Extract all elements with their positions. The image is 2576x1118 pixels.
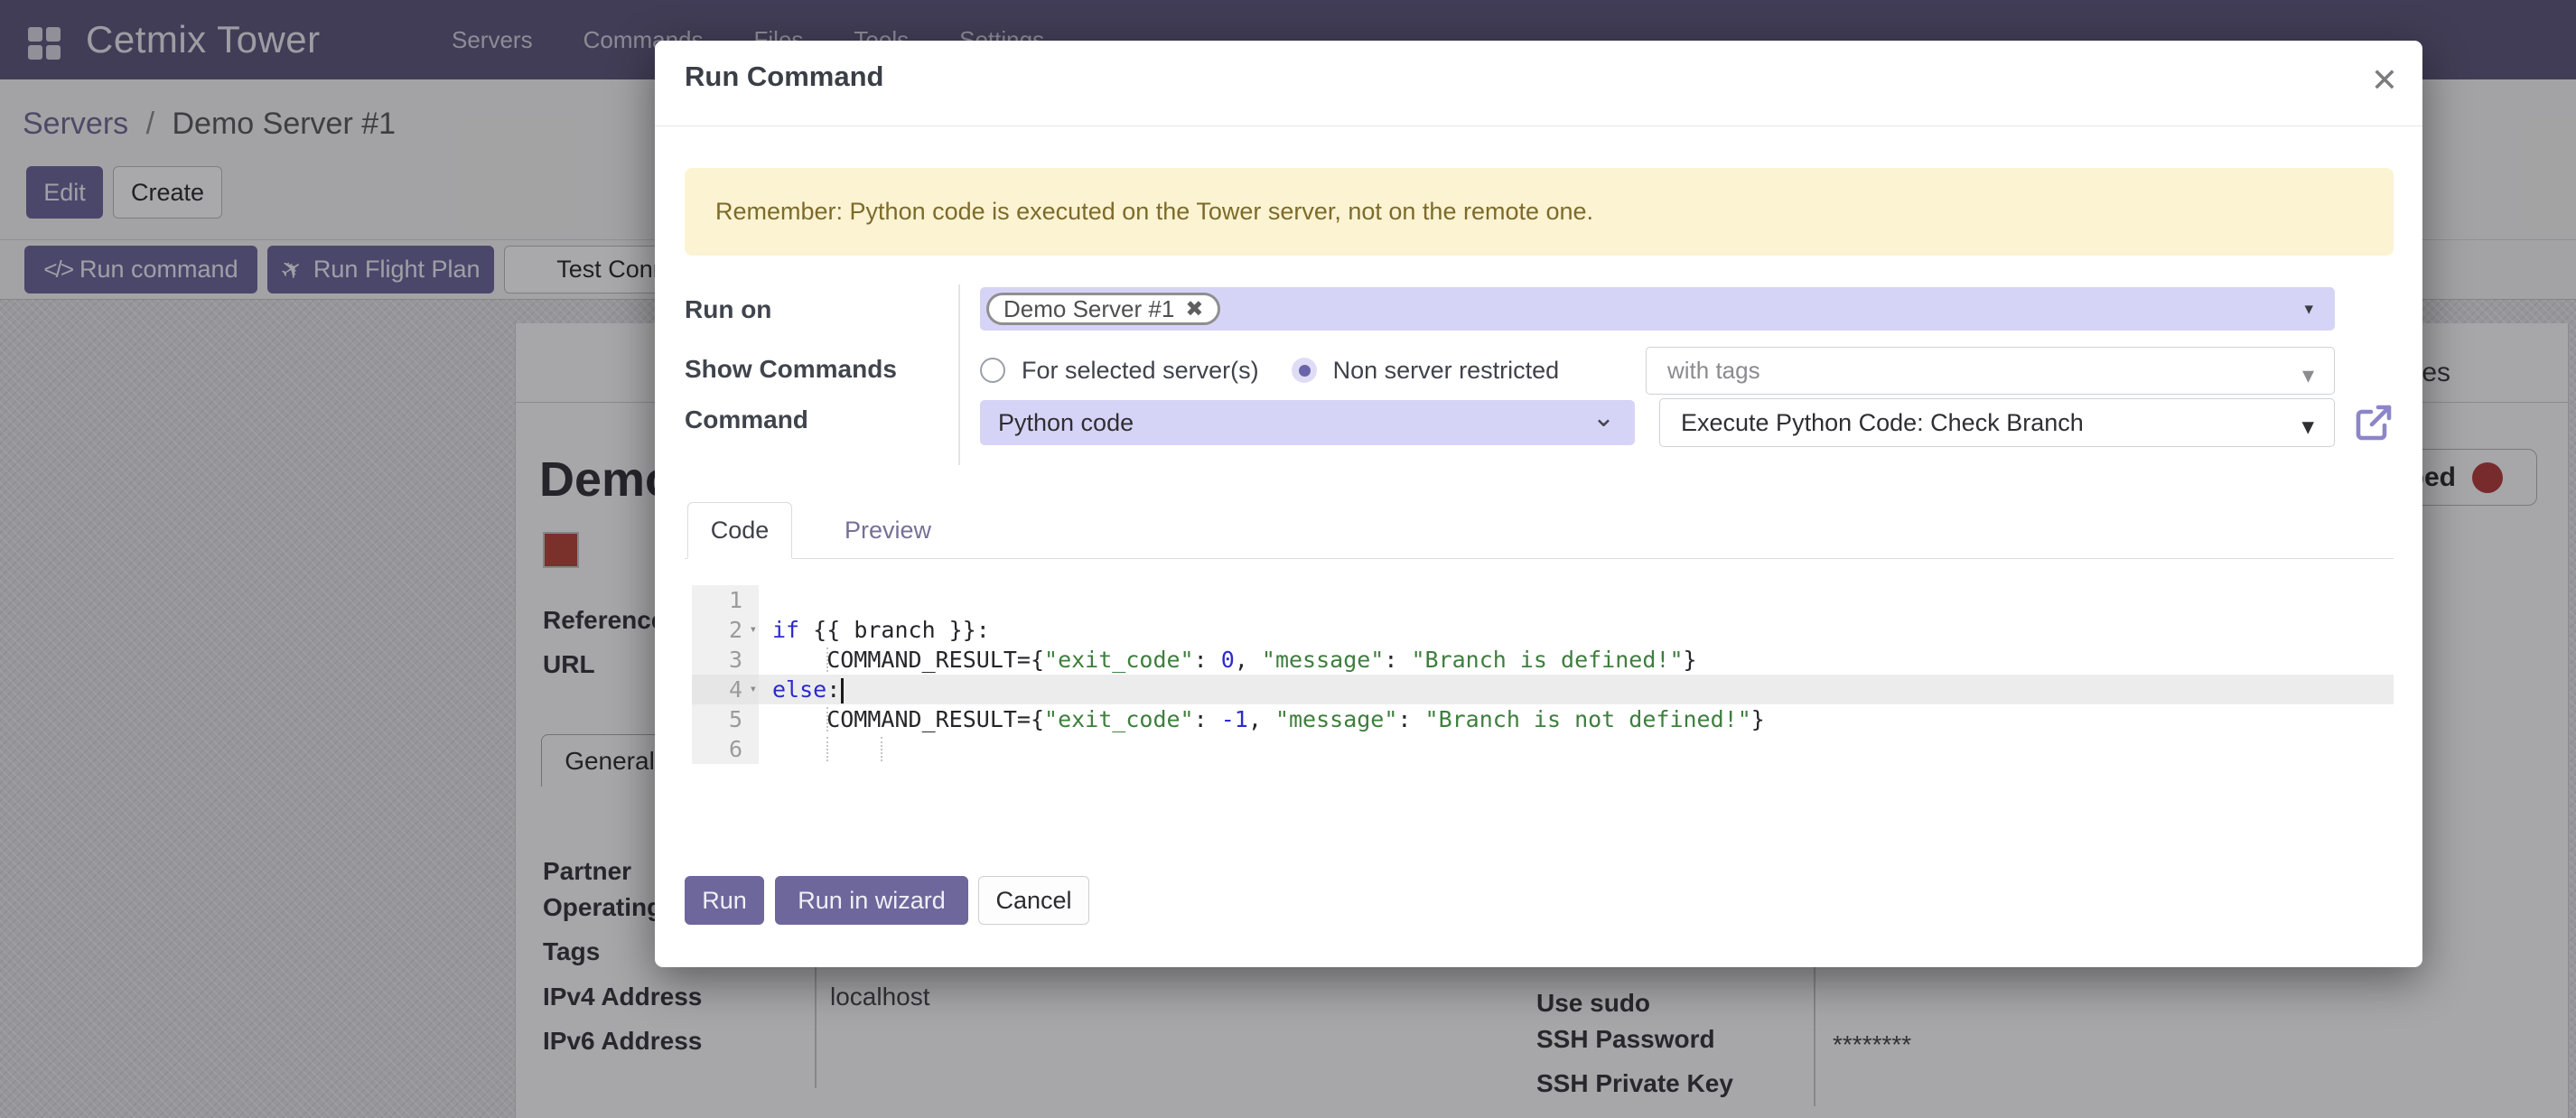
radio-non-server-restricted[interactable]: Non server restricted xyxy=(1292,357,1560,385)
close-icon[interactable]: ✕ xyxy=(2357,53,2412,107)
external-link-icon[interactable] xyxy=(2352,401,2395,444)
label-run-on: Run on xyxy=(685,295,771,324)
run-button[interactable]: Run xyxy=(685,876,764,925)
code-editor-lines[interactable]: if {{ branch }}: COMMAND_RESULT={"exit_c… xyxy=(759,585,2394,764)
code-line[interactable] xyxy=(759,734,2394,764)
radio-checked-icon[interactable] xyxy=(1292,358,1317,383)
chevron-down-icon[interactable]: ⌄ xyxy=(1592,402,1615,433)
radio-for-selected-servers[interactable]: For selected server(s) xyxy=(980,357,1259,385)
code-line[interactable]: else: xyxy=(759,675,2394,704)
code-line[interactable]: COMMAND_RESULT={"exit_code": -1, "messag… xyxy=(759,704,2394,734)
run-in-wizard-button[interactable]: Run in wizard xyxy=(775,876,968,925)
code-line[interactable]: COMMAND_RESULT={"exit_code": 0, "message… xyxy=(759,645,2394,675)
code-editor[interactable]: 12▾34▾56 if {{ branch }}: COMMAND_RESULT… xyxy=(692,585,2394,764)
run-command-modal: Run Command ✕ Remember: Python code is e… xyxy=(655,41,2422,967)
indent-guide xyxy=(826,707,828,731)
line-number: 3 xyxy=(692,645,759,675)
radio-unchecked-icon[interactable] xyxy=(980,358,1005,383)
server-tag-label: Demo Server #1 xyxy=(1003,295,1174,323)
fold-caret-icon[interactable]: ▾ xyxy=(750,675,757,704)
remove-tag-icon[interactable]: ✖ xyxy=(1185,296,1203,322)
line-number: 6 xyxy=(692,734,759,764)
indent-guide xyxy=(881,737,882,761)
label-show-commands: Show Commands xyxy=(685,355,897,384)
code-editor-gutter: 12▾34▾56 xyxy=(692,585,759,764)
tab-code[interactable]: Code xyxy=(687,502,792,559)
code-line[interactable] xyxy=(759,585,2394,615)
python-warning-alert: Remember: Python code is executed on the… xyxy=(685,168,2394,256)
line-number: 5 xyxy=(692,704,759,734)
line-number: 1 xyxy=(692,585,759,615)
caret-down-icon[interactable]: ▾ xyxy=(2304,299,2313,320)
with-tags-placeholder: with tags xyxy=(1667,357,1760,385)
command-type-select[interactable]: Python code ⌄ xyxy=(980,400,1635,445)
caret-down-icon[interactable]: ▾ xyxy=(2302,361,2314,389)
text-cursor xyxy=(841,678,844,703)
line-number: 2▾ xyxy=(692,615,759,645)
command-reference-value: Execute Python Code: Check Branch xyxy=(1681,409,2084,437)
indent-guide xyxy=(826,737,828,761)
run-on-multiselect[interactable]: Demo Server #1 ✖ ▾ xyxy=(980,287,2335,331)
with-tags-dropdown[interactable]: with tags ▾ xyxy=(1646,347,2335,395)
command-reference-dropdown[interactable]: Execute Python Code: Check Branch ▾ xyxy=(1659,398,2335,447)
server-tag-pill: Demo Server #1 ✖ xyxy=(986,293,1220,325)
show-commands-radio-group: For selected server(s) Non server restri… xyxy=(980,346,1559,395)
cancel-button[interactable]: Cancel xyxy=(978,876,1089,925)
tab-preview[interactable]: Preview xyxy=(822,502,954,559)
code-line[interactable]: if {{ branch }}: xyxy=(759,615,2394,645)
alert-text: Remember: Python code is executed on the… xyxy=(715,198,1593,226)
app-root: Cetmix Tower Servers Commands Files Tool… xyxy=(0,0,2576,1118)
modal-title: Run Command xyxy=(685,61,883,93)
fold-caret-icon[interactable]: ▾ xyxy=(750,615,757,645)
form-label-separator xyxy=(958,284,960,465)
indent-guide xyxy=(826,648,828,672)
caret-down-icon[interactable]: ▾ xyxy=(2301,413,2314,441)
editor-tabbar: Code Preview xyxy=(685,502,2394,559)
label-command: Command xyxy=(685,405,808,434)
command-type-value: Python code xyxy=(998,409,1134,437)
line-number: 4▾ xyxy=(692,675,759,704)
